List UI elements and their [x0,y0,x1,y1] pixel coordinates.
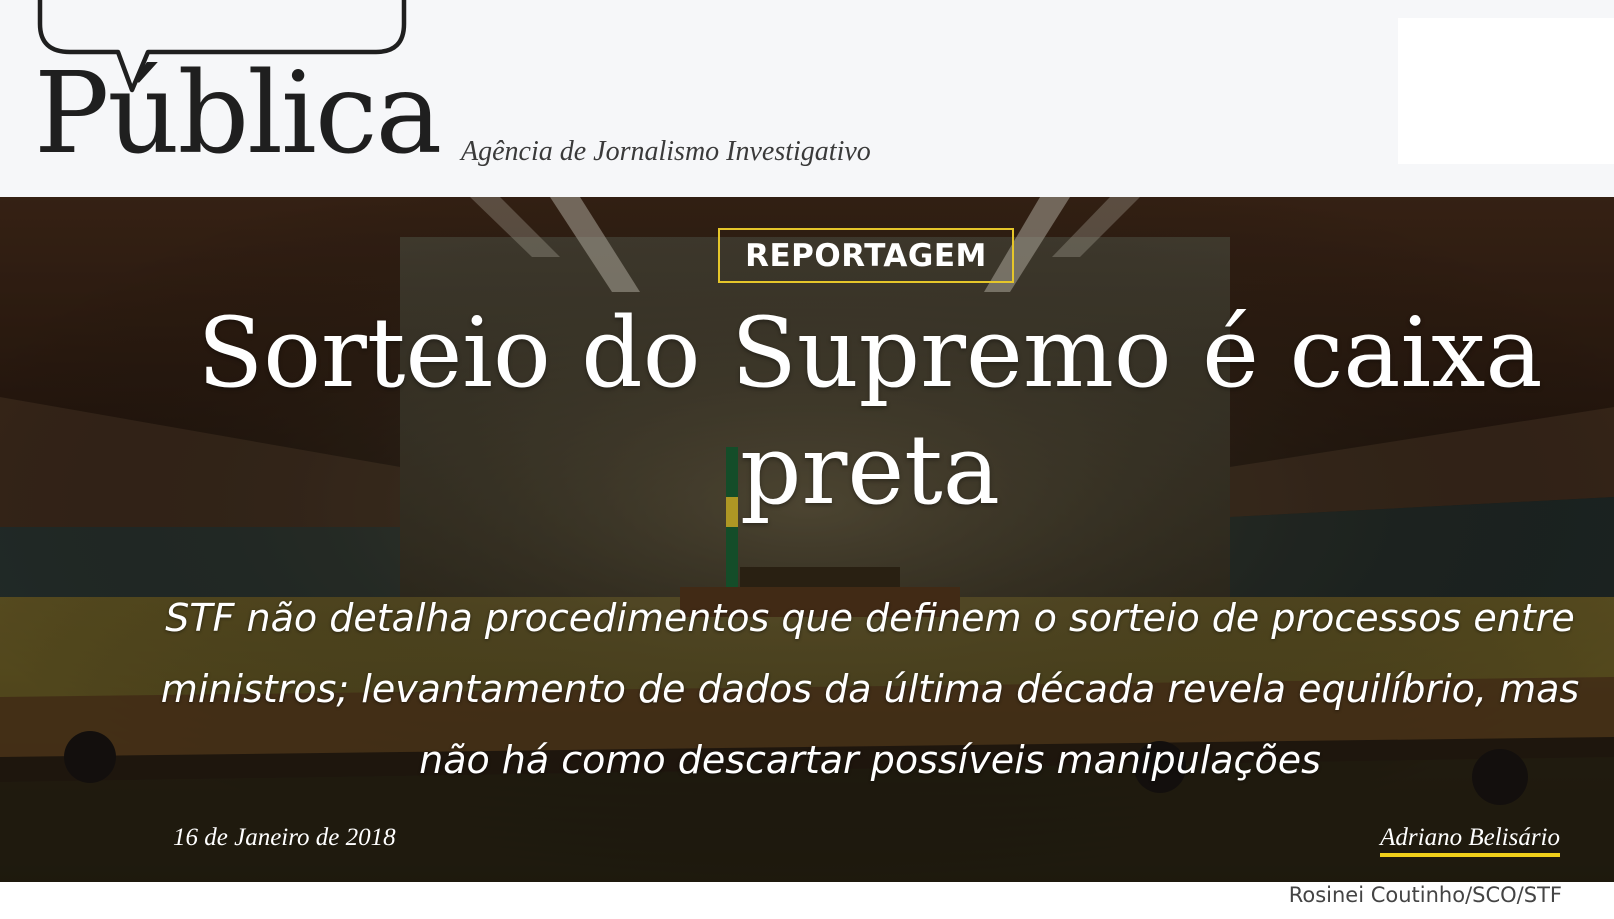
section-badge[interactable]: REPORTAGEM [718,228,1014,283]
article-hero: REPORTAGEM Sorteio do Supremo é caixa pr… [0,197,1614,882]
header-ad-slot [1398,18,1614,164]
site-header: Pública Agência de Jornalismo Investigat… [0,0,1614,197]
logo-wordmark: Pública [34,49,442,179]
article-date: 16 de Janeiro de 2018 [173,824,396,851]
site-logo[interactable]: Pública [30,0,442,176]
article-subtitle: STF não detalha procedimentos que define… [160,596,1580,782]
site-tagline: Agência de Jornalismo Investigativo [461,136,871,167]
author-link[interactable]: Adriano Belisário [1380,824,1560,857]
photo-credit: Rosinei Coutinho/SCO/STF [1288,883,1562,907]
page: Pública Agência de Jornalismo Investigat… [0,0,1614,919]
article-title: Sorteio do Supremo é caixa preta [197,297,1543,526]
